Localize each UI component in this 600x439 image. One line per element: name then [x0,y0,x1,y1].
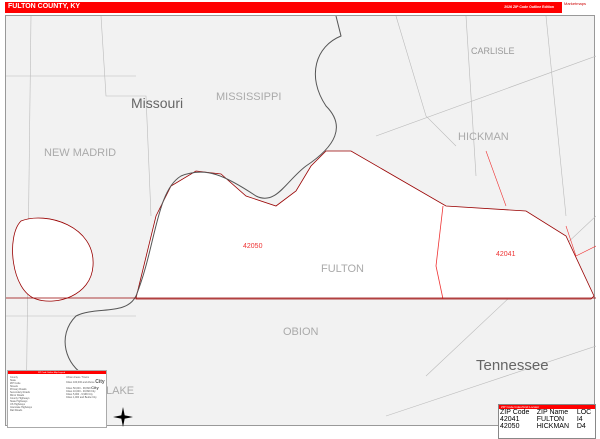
col-header: LOC [576,409,592,416]
col-header: ZIP Code [500,409,530,416]
map-svg: CARLISLE Missouri MISSISSIPPI HICKMAN NE… [6,15,597,427]
fulton-county-area [135,150,595,300]
zip-index-table: ZIP Code Index/Grid Locator ZIP Code ZIP … [498,404,596,439]
label-hickman: HICKMAN [458,131,509,143]
table-row: 42041 FULTON I4 [499,416,595,423]
label-obion: OBION [283,326,319,338]
label-new-madrid: NEW MADRID [44,147,116,159]
label-missouri: Missouri [131,95,183,111]
map-canvas[interactable]: CARLISLE Missouri MISSISSIPPI HICKMAN NE… [5,15,597,427]
cell: 42041 [500,416,520,423]
cell: FULTON [536,416,565,423]
legend-row: Rail Roads [10,409,23,412]
edition-label: 2026 ZIP Code Outline Edition [504,5,554,9]
legend-sample: City [92,396,97,399]
label-mississippi: MISSISSIPPI [216,91,281,103]
compass-rose-icon [113,407,133,427]
col-header: ZIP Name [536,409,569,416]
label-lake: LAKE [106,385,134,397]
cell: HICKMAN [536,423,570,430]
label-carlisle: CARLISLE [471,46,515,56]
map-legend: ZIP Code Outline Map Legend County State Z… [7,370,107,428]
cell: 42050 [500,423,520,430]
cell: I4 [576,416,583,423]
table-row: 42050 HICKMAN D4 [499,423,595,430]
label-tennessee: Tennessee [476,357,549,374]
legend-city-row: Cities 1,000 and Below [66,396,92,399]
logo-text: Marketmaps [564,1,587,6]
header-bar: FULTON COUNTY, KY 2026 ZIP Code Outline … [5,2,562,13]
cell: D4 [576,423,586,430]
legend-city-row: Cities 100,000 and Above [66,381,95,384]
zip-label-42041: 42041 [496,251,516,258]
map-title: FULTON COUNTY, KY [8,3,81,10]
zip-label-42050: 42050 [243,243,263,250]
legend-title: ZIP Code Outline Map Legend [38,372,65,374]
label-fulton: FULTON [321,263,364,275]
brand-logo: Marketmaps [564,1,596,13]
island-area [12,217,94,302]
